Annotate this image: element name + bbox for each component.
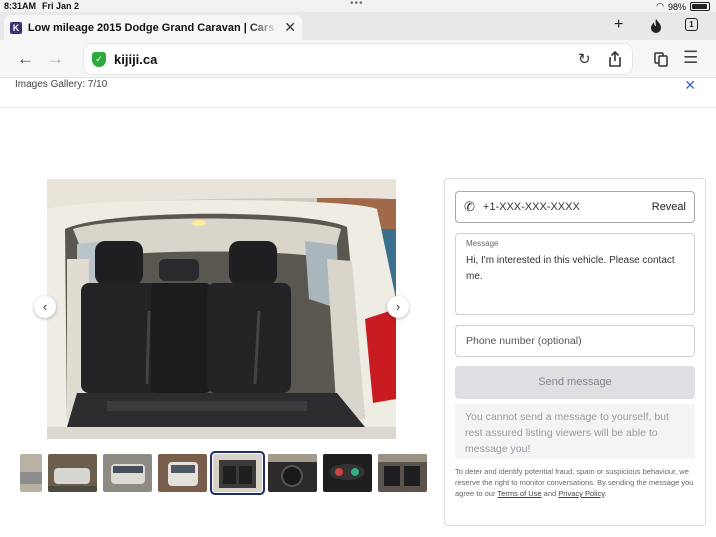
gallery-header: Images Gallery: 7/10 ✕: [0, 77, 716, 108]
disclaimer-text: To deter and identify potential fraud, s…: [455, 466, 697, 499]
send-message-button[interactable]: Send message: [455, 366, 695, 399]
tab-count-icon[interactable]: 1: [685, 18, 698, 31]
masked-phone-number: +1-XXX-XXX-XXXX: [482, 201, 580, 213]
contact-panel: ✆ +1-XXX-XXX-XXXX Reveal Message Hi, I'm…: [444, 178, 706, 526]
tab-title: Low mileage 2015 Dodge Grand Caravan | C…: [27, 21, 278, 34]
address-bar[interactable]: ✓ kijiji.ca ↻: [84, 44, 632, 74]
self-message-notice: You cannot send a message to yourself, b…: [455, 404, 695, 459]
browser-toolbar: ← → ✓ kijiji.ca ↻ ☰: [0, 40, 716, 78]
thumbnail[interactable]: [20, 454, 42, 492]
tab-strip: K Low mileage 2015 Dodge Grand Caravan |…: [0, 12, 716, 40]
thumbnail-strip: [20, 451, 427, 495]
reload-icon[interactable]: ↻: [578, 50, 591, 68]
previous-image-button[interactable]: ‹: [34, 296, 56, 318]
url-text: kijiji.ca: [114, 51, 158, 67]
thumbnail[interactable]: [378, 454, 427, 492]
thumbnail[interactable]: [103, 454, 152, 492]
thumbnail[interactable]: [158, 454, 207, 492]
kijiji-favicon-icon: K: [10, 21, 22, 34]
shield-check-icon: ✓: [92, 51, 106, 67]
thumbnail[interactable]: [48, 454, 97, 492]
menu-icon[interactable]: ☰: [683, 48, 698, 68]
next-image-button[interactable]: ›: [387, 296, 409, 318]
privacy-policy-link[interactable]: Privacy Policy: [558, 489, 604, 498]
close-tab-icon[interactable]: ✕: [284, 19, 296, 36]
disclaimer-period: .: [604, 489, 607, 498]
status-date: Fri Jan 2: [42, 1, 80, 11]
gallery-title: Images Gallery: 7/10: [15, 79, 108, 90]
message-label: Message: [466, 239, 499, 248]
status-bar: 8:31AM Fri Jan 2 ••• ◠ 98%: [0, 0, 716, 12]
back-arrow-icon[interactable]: ←: [17, 49, 34, 69]
message-text: Hi, I'm interested in this vehicle. Plea…: [466, 255, 675, 282]
thumbnail-active[interactable]: [210, 451, 265, 495]
new-tab-icon[interactable]: +: [614, 16, 623, 34]
phone-icon: ✆: [464, 199, 475, 214]
phone-number-input[interactable]: Phone number (optional): [455, 325, 695, 357]
terms-of-use-link[interactable]: Terms of Use: [497, 489, 541, 498]
wifi-icon: ◠: [656, 1, 664, 11]
forward-arrow-icon[interactable]: →: [47, 49, 64, 69]
share-icon[interactable]: [608, 51, 622, 67]
battery-icon: [690, 2, 710, 11]
reveal-button[interactable]: Reveal: [652, 201, 686, 213]
status-time: 8:31AM: [4, 1, 37, 11]
thumbnail[interactable]: [268, 454, 317, 492]
message-textarea[interactable]: Message Hi, I'm interested in this vehic…: [455, 233, 695, 315]
copy-icon[interactable]: [654, 52, 668, 67]
fire-icon[interactable]: [649, 18, 663, 34]
multitask-dots-icon[interactable]: •••: [350, 0, 364, 9]
battery-percent: 98%: [667, 1, 686, 12]
main-gallery-image[interactable]: [47, 179, 396, 439]
phone-reveal-box: ✆ +1-XXX-XXX-XXXX Reveal: [455, 191, 695, 223]
thumbnail[interactable]: [323, 454, 372, 492]
browser-tab[interactable]: K Low mileage 2015 Dodge Grand Caravan |…: [4, 15, 302, 40]
close-icon[interactable]: ✕: [684, 77, 696, 94]
disclaimer-and: and: [541, 489, 559, 498]
